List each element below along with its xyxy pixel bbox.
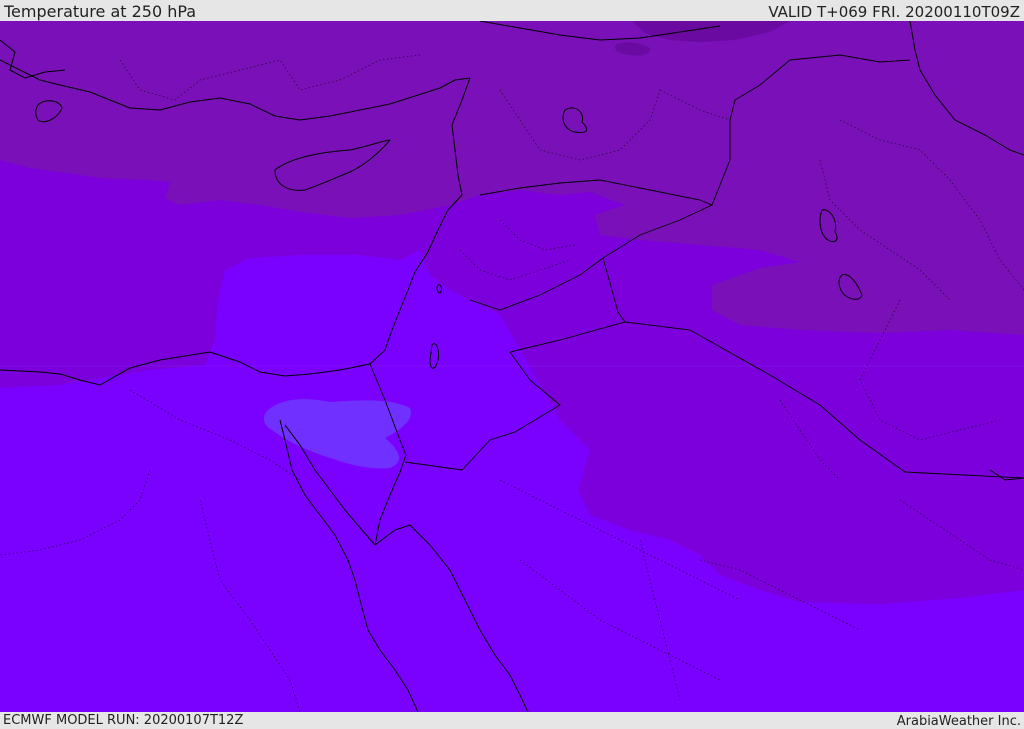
model-run-label: ECMWF MODEL RUN: 20200107T12Z — [3, 713, 244, 728]
weather-map-frame: Temperature at 250 hPa VALID T+069 FRI. … — [0, 0, 1024, 729]
map-title: Temperature at 250 hPa — [4, 2, 197, 21]
map-canvas — [0, 21, 1024, 712]
credit-label: ArabiaWeather Inc. — [896, 714, 1021, 729]
footer-bar: ECMWF MODEL RUN: 20200107T12Z ArabiaWeat… — [0, 712, 1024, 729]
valid-time: VALID T+069 FRI. 20200110T09Z — [768, 3, 1020, 21]
header-bar: Temperature at 250 hPa VALID T+069 FRI. … — [0, 0, 1024, 21]
map-area — [0, 21, 1024, 712]
